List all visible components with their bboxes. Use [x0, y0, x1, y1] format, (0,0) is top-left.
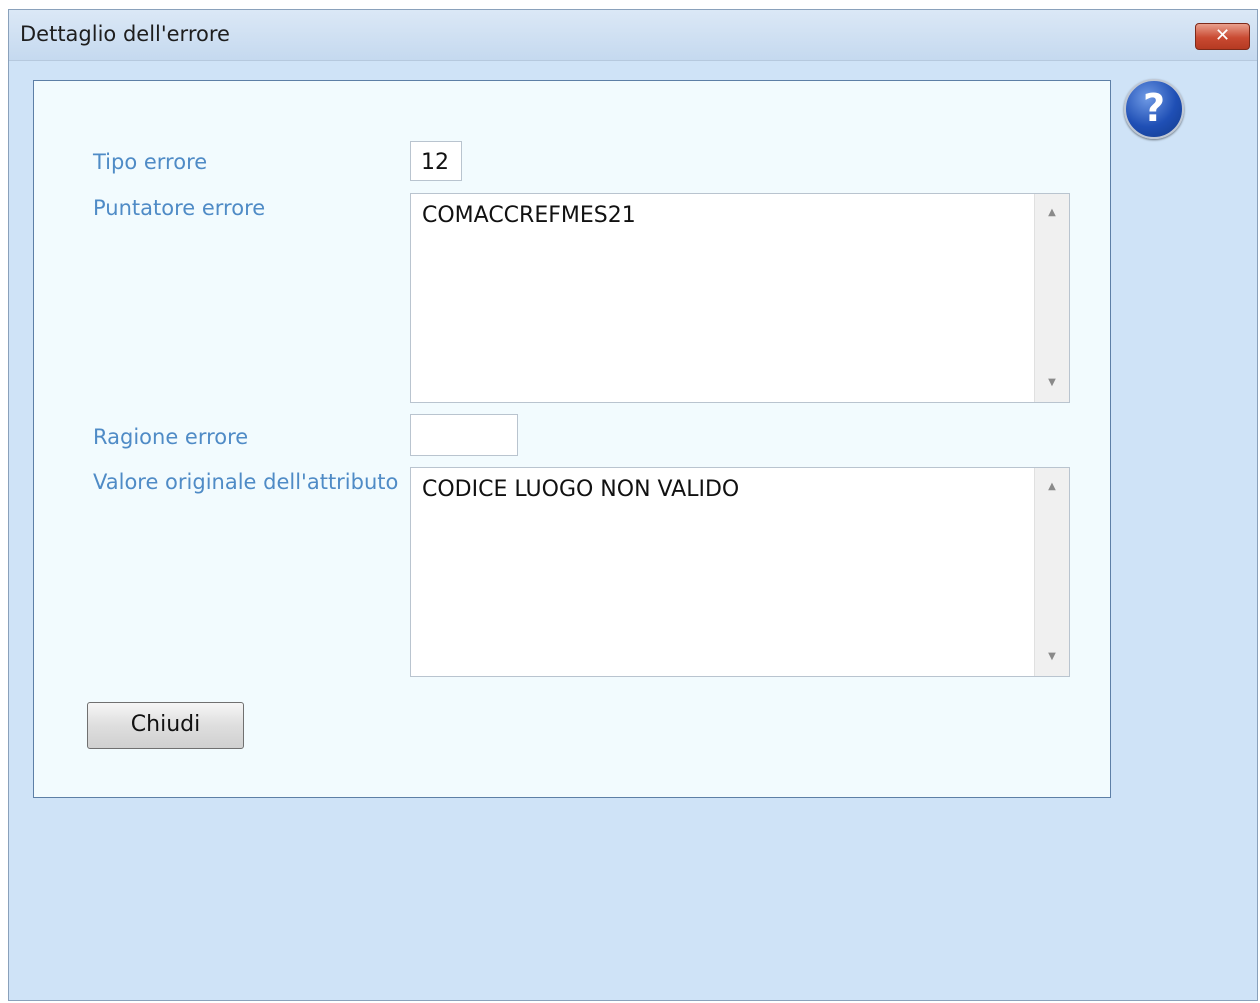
title-bar[interactable]: Dettaglio dell'errore ✕	[9, 10, 1257, 61]
chevron-up-icon[interactable]: ▲	[1035, 202, 1069, 224]
valore-originale-value: CODICE LUOGO NON VALIDO	[422, 477, 740, 502]
valore-originale-textarea[interactable]: CODICE LUOGO NON VALIDO ▲ ▼	[410, 467, 1070, 677]
puntatore-errore-scrollbar[interactable]: ▲ ▼	[1034, 194, 1069, 402]
chevron-down-icon[interactable]: ▼	[1035, 646, 1069, 668]
valore-originale-scrollbar[interactable]: ▲ ▼	[1034, 468, 1069, 676]
chevron-down-icon[interactable]: ▼	[1035, 372, 1069, 394]
puntatore-errore-textarea[interactable]: COMACCREFMES21 ▲ ▼	[410, 193, 1070, 403]
tipo-errore-field[interactable]: 12	[410, 141, 462, 181]
close-icon: ✕	[1214, 25, 1231, 46]
question-circle-icon[interactable]: ?	[1124, 79, 1184, 139]
window-title: Dettaglio dell'errore	[20, 22, 230, 46]
ragione-errore-label: Ragione errore	[93, 425, 249, 449]
puntatore-errore-value: COMACCREFMES21	[422, 203, 636, 228]
tipo-errore-label: Tipo errore	[93, 150, 208, 174]
close-window-button[interactable]: ✕	[1195, 23, 1250, 50]
puntatore-errore-label: Puntatore errore	[93, 196, 266, 220]
ragione-errore-field[interactable]	[410, 414, 518, 456]
valore-originale-label: Valore originale dell'attributo	[93, 470, 399, 494]
chevron-up-icon[interactable]: ▲	[1035, 476, 1069, 498]
chiudi-button[interactable]: Chiudi	[87, 702, 244, 749]
tipo-errore-value: 12	[421, 150, 449, 175]
